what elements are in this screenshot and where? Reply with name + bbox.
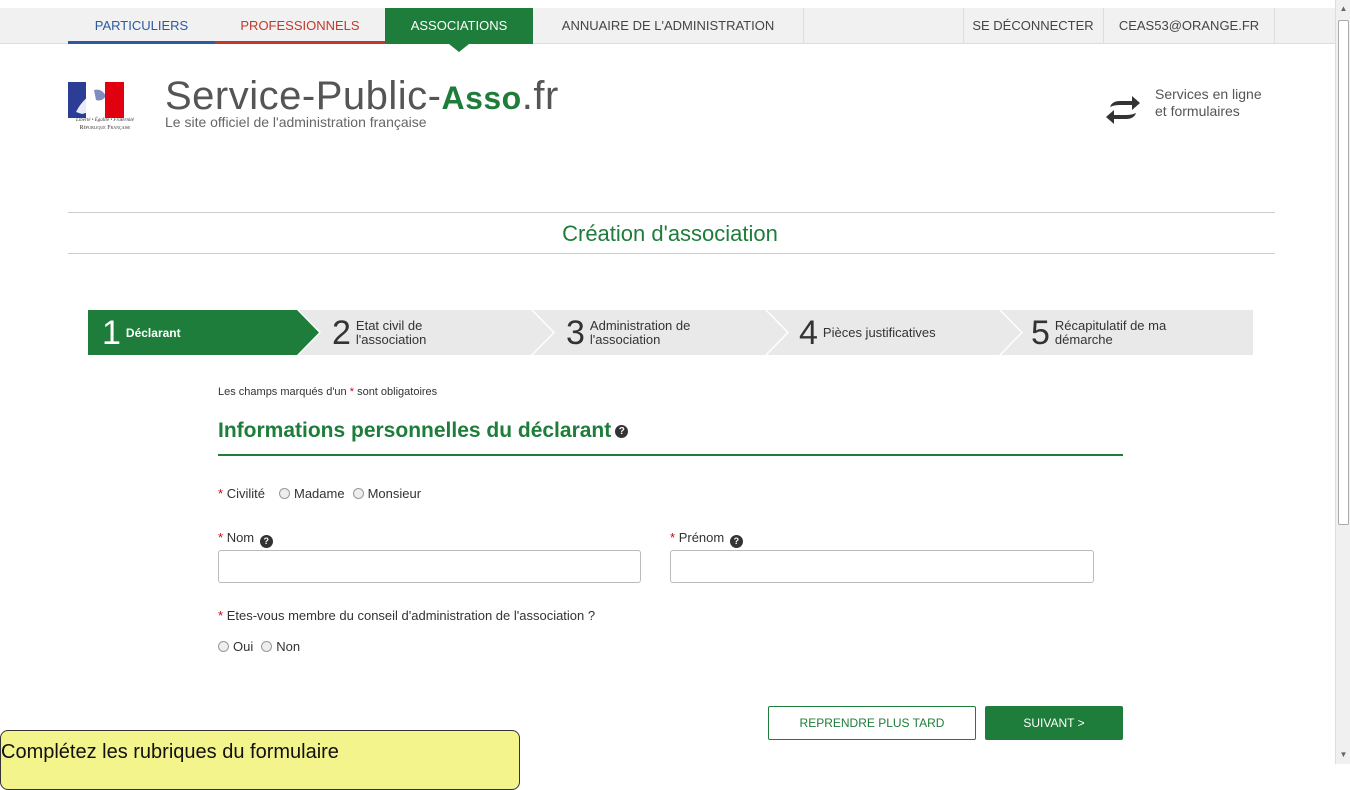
membre-row: Oui Non <box>218 639 308 654</box>
mandatory-note: Les champs marqués d'un * sont obligatoi… <box>218 386 437 398</box>
step-etat-civil: 2 Etat civil de l'association <box>332 310 426 355</box>
civilite-monsieur-radio[interactable]: Monsieur <box>352 486 422 501</box>
required-star: * <box>218 486 224 501</box>
civilite-madame-radio[interactable]: Madame <box>278 486 345 501</box>
page-scrollbar[interactable]: ▲ ▼ <box>1335 0 1350 764</box>
exchange-arrows-icon[interactable] <box>1106 95 1140 125</box>
step-label-line1: Administration de <box>589 317 691 333</box>
required-star: * <box>670 530 676 545</box>
radio-label: Monsieur <box>367 486 422 501</box>
step-pieces-justificatives: 4 Pièces justificatives <box>799 310 936 355</box>
site-title-asso: Asso <box>441 80 522 116</box>
step-label: Récapitulatif de ma démarche <box>1054 317 1167 347</box>
services-line2: et formulaires <box>1155 103 1240 119</box>
site-title[interactable]: Service-Public-Asso.fr <box>165 74 559 119</box>
marianne-logo-icon[interactable] <box>68 82 124 118</box>
step-number: 4 <box>799 313 818 352</box>
membre-non-radio[interactable]: Non <box>261 639 300 654</box>
suivant-button[interactable]: SUIVANT > <box>985 706 1123 740</box>
membre-label-text: Etes-vous membre du conseil d'administra… <box>226 608 596 623</box>
logo-motto: Liberté • Égalité • Fraternité <box>76 118 134 123</box>
section-title: Informations personnelles du déclarant? <box>218 419 629 443</box>
nav-particuliers[interactable]: PARTICULIERS <box>68 8 215 44</box>
step-number: 5 <box>1031 313 1050 352</box>
step-declarant: 1 Déclarant <box>102 310 181 355</box>
logo-republic: République Française <box>79 125 131 131</box>
step-administration: 3 Administration de l'association <box>566 310 690 355</box>
radio-circle[interactable] <box>261 641 273 652</box>
step-label-line1: Déclarant <box>125 325 181 340</box>
step-label-line2: démarche <box>1054 331 1113 347</box>
radio-label: Non <box>276 639 301 654</box>
nom-input[interactable] <box>218 550 641 583</box>
help-icon[interactable]: ? <box>615 424 629 438</box>
help-icon[interactable]: ? <box>729 535 743 548</box>
scroll-down-icon[interactable]: ▼ <box>1338 748 1349 762</box>
required-star: * <box>218 608 224 623</box>
scrollbar-thumb[interactable] <box>1338 20 1349 525</box>
mandatory-note-pre: Les champs marqués d'un <box>218 386 350 398</box>
tooltip-text: Complétez les rubriques du formulaire <box>1 741 339 763</box>
divider <box>68 253 1275 254</box>
membre-label: * Etes-vous membre du conseil d'administ… <box>218 608 595 623</box>
reprendre-plus-tard-button[interactable]: REPRENDRE PLUS TARD <box>768 706 976 740</box>
radio-circle[interactable] <box>218 641 229 652</box>
page-title: Création d'association <box>562 221 778 246</box>
scroll-up-icon[interactable]: ▲ <box>1338 2 1349 16</box>
nav-annuaire[interactable]: ANNUAIRE DE L'ADMINISTRATION <box>533 8 803 44</box>
membre-oui-radio[interactable]: Oui <box>218 639 253 654</box>
step-label-line2: l'association <box>355 331 427 347</box>
step-number: 1 <box>102 313 121 352</box>
step-label-line1: Récapitulatif de ma <box>1054 317 1167 333</box>
step-number: 2 <box>332 313 351 352</box>
step-label-line1: Etat civil de <box>355 317 423 333</box>
prenom-label: * Prénom ? <box>670 530 743 548</box>
suivant-label: SUIVANT <box>1023 716 1075 730</box>
step-label: Etat civil de l'association <box>355 317 427 347</box>
services-en-ligne-link[interactable]: Services en ligne et formulaires <box>1155 86 1285 120</box>
prenom-label-text: Prénom <box>678 530 725 545</box>
nom-label: * Nom ? <box>218 530 273 548</box>
prenom-input[interactable] <box>670 550 1094 583</box>
nav-associations[interactable]: ASSOCIATIONS <box>385 8 533 52</box>
radio-label: Madame <box>293 486 345 501</box>
civilite-label: * Civilité <box>218 486 265 501</box>
nav-deconnecter[interactable]: SE DÉCONNECTER <box>963 8 1103 44</box>
help-icon[interactable]: ? <box>259 535 273 548</box>
radio-circle[interactable] <box>278 488 290 499</box>
nav-user-email[interactable]: CEAS53@ORANGE.FR <box>1104 8 1274 44</box>
nom-label-text: Nom <box>226 530 255 545</box>
nav-professionnels[interactable]: PROFESSIONNELS <box>215 8 385 44</box>
nav-divider <box>803 8 804 44</box>
required-star: * <box>218 530 224 545</box>
nav-divider <box>1274 8 1275 44</box>
step-label: Déclarant <box>126 326 181 340</box>
mandatory-note-post: sont obligatoires <box>354 386 438 398</box>
site-title-tld: .fr <box>521 74 559 118</box>
radio-circle[interactable] <box>352 488 364 499</box>
section-title-text: Informations personnelles du déclarant <box>218 419 612 442</box>
services-line1: Services en ligne <box>1155 86 1262 102</box>
step-label: Administration de l'association <box>589 317 691 347</box>
step-label: Pièces justificatives <box>822 324 936 340</box>
civilite-label-text: Civilité <box>226 486 265 501</box>
step-recapitulatif: 5 Récapitulatif de ma démarche <box>1031 310 1166 355</box>
top-navigation: PARTICULIERS PROFESSIONNELS ASSOCIATIONS… <box>0 8 1335 52</box>
step-label-line2: l'association <box>589 331 661 347</box>
site-title-main: Service-Public- <box>165 74 442 118</box>
radio-label: Oui <box>233 639 254 654</box>
step-label-line1: Pièces justificatives <box>822 324 936 340</box>
instruction-tooltip: Complétez les rubriques du formulaire <box>0 730 520 790</box>
chevron-right-icon: > <box>1077 716 1085 730</box>
civilite-row: * Civilité Madame Monsieur <box>218 486 429 501</box>
divider <box>68 212 1275 213</box>
progress-stepper: 1 Déclarant 2 Etat civil de l'association… <box>88 310 1253 355</box>
step-number: 3 <box>566 313 585 352</box>
section-underline <box>218 454 1123 456</box>
site-subtitle: Le site officiel de l'administration fra… <box>165 114 427 130</box>
